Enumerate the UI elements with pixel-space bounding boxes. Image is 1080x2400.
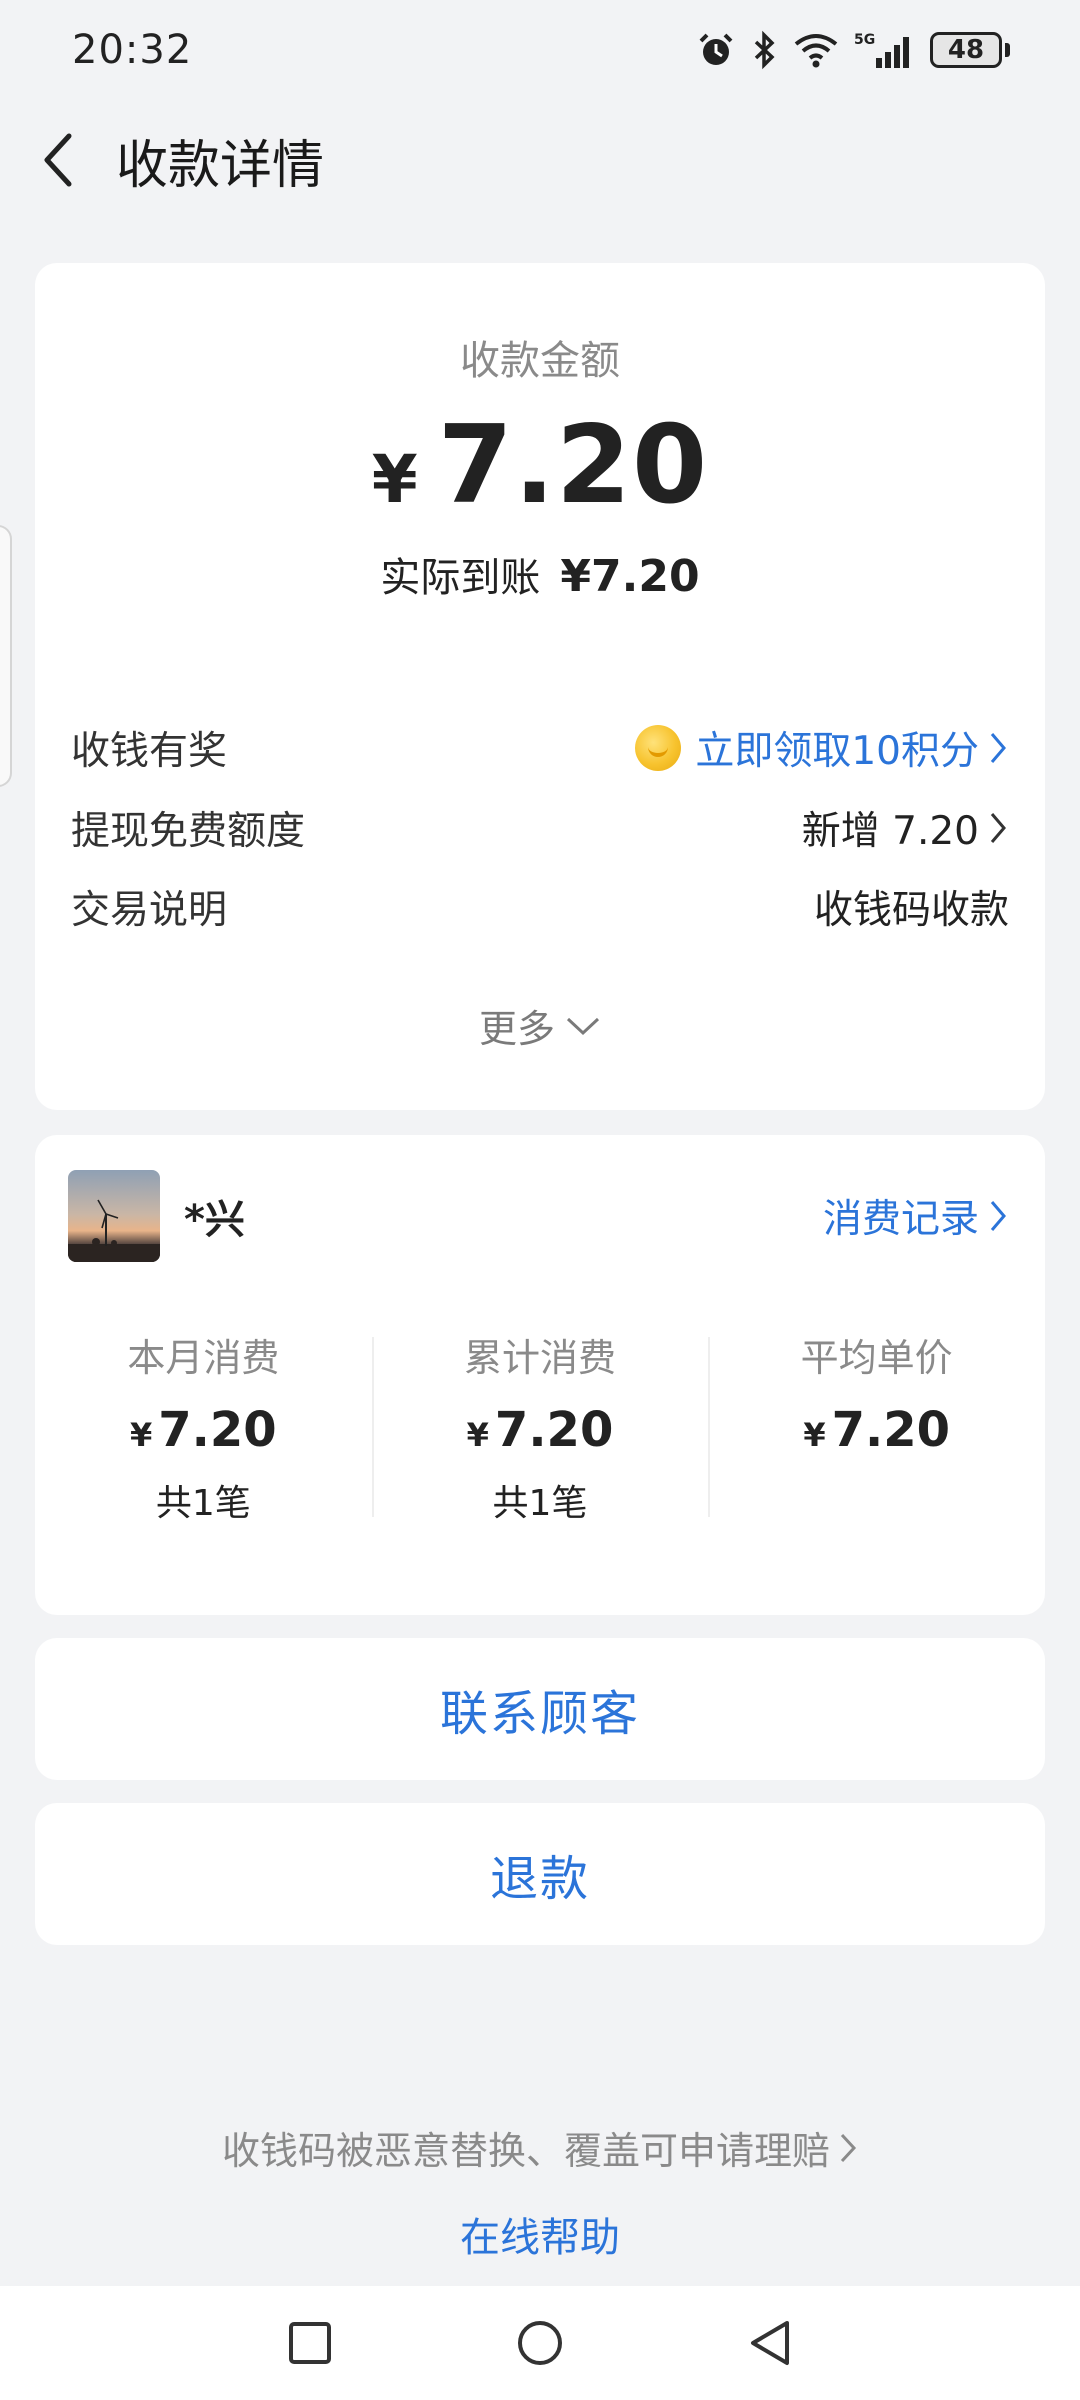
triangle-back-icon: [751, 2321, 789, 2365]
coin-icon: [635, 725, 682, 771]
bluetooth-icon: [754, 30, 775, 70]
actual-received: 实际到账 ¥7.20: [35, 545, 1045, 603]
stat-label: 累计消费: [464, 1336, 617, 1380]
refund-label: 退款: [489, 1851, 590, 1907]
side-panel-handle[interactable]: [0, 525, 12, 787]
stat-label: 本月消费: [127, 1336, 280, 1380]
page-title: 收款详情: [116, 135, 325, 196]
actual-received-label: 实际到账: [380, 555, 541, 601]
stat-label: 平均单价: [800, 1336, 953, 1380]
transaction-note-label: 交易说明: [71, 888, 228, 933]
system-back-button[interactable]: [655, 2319, 885, 2367]
stat-value: ¥ 7.20: [372, 1402, 709, 1458]
amount-value: 7.20: [437, 403, 709, 528]
amount-display: ¥ 7.20: [35, 403, 1045, 528]
stat-count: 共1笔: [155, 1483, 251, 1524]
chevron-down-icon: [566, 1017, 600, 1035]
stat-average: 平均单价 ¥ 7.20: [708, 1325, 1045, 1517]
signal-5g-icon: 5G: [854, 32, 909, 68]
stat-cumulative: 累计消费 ¥ 7.20 共1笔: [371, 1325, 709, 1524]
chevron-right-icon: [990, 733, 1006, 763]
reward-label: 收钱有奖: [71, 729, 228, 774]
circle-icon: [518, 2321, 562, 2365]
customer-header: *兴 消费记录: [68, 1170, 1009, 1262]
transaction-note-value: 收钱码收款: [813, 888, 1009, 933]
stat-monthly: 本月消费 ¥ 7.20 共1笔: [35, 1325, 372, 1524]
battery-indicator: 48: [930, 32, 1010, 68]
reward-link[interactable]: 立即领取10积分: [635, 720, 1009, 776]
stat-count: 共1笔: [492, 1483, 588, 1524]
square-icon: [289, 2322, 331, 2364]
reward-row[interactable]: 收钱有奖 立即领取10积分: [71, 718, 1009, 778]
battery-cap: [1005, 43, 1010, 57]
status-bar: 20:32 5G 48: [0, 0, 1080, 100]
chevron-right-icon: [840, 2133, 857, 2162]
free-quota-label: 提现免费额度: [71, 809, 306, 854]
stat-currency: ¥: [803, 1416, 826, 1454]
contact-customer-button[interactable]: 联系顾客: [35, 1638, 1045, 1780]
stat-amount: 7.20: [831, 1402, 951, 1458]
status-icons: 5G 48: [696, 30, 1010, 70]
wind-turbine-icon: [68, 1199, 160, 1262]
customer-name: *兴: [184, 1197, 245, 1243]
battery-level: 48: [930, 32, 1002, 68]
stat-currency: ¥: [466, 1416, 489, 1454]
system-nav-bar: [0, 2286, 1080, 2400]
status-time: 20:32: [72, 27, 193, 73]
claim-link[interactable]: 收钱码被恶意替换、覆盖可申请理赔: [0, 2120, 1080, 2175]
actual-received-value: ¥7.20: [560, 551, 700, 602]
refund-button[interactable]: 退款: [35, 1803, 1045, 1945]
home-button[interactable]: [425, 2319, 655, 2367]
chevron-right-icon: [990, 1201, 1006, 1231]
free-quota-value: 新增 7.20: [801, 809, 979, 854]
more-toggle[interactable]: 更多: [35, 998, 1045, 1053]
recent-apps-button[interactable]: [195, 2321, 425, 2365]
stat-value: ¥ 7.20: [708, 1402, 1045, 1458]
online-help-link[interactable]: 在线帮助: [0, 2205, 1080, 2263]
more-label: 更多: [478, 1007, 555, 1051]
customer-stats: 本月消费 ¥ 7.20 共1笔 累计消费 ¥ 7.20 共1笔 平均单价 ¥ 7…: [35, 1325, 1045, 1524]
contact-customer-label: 联系顾客: [439, 1686, 640, 1742]
stat-value: ¥ 7.20: [35, 1402, 372, 1458]
chevron-right-icon: [990, 813, 1006, 843]
app-bar: 收款详情: [0, 100, 1080, 220]
consumption-records-label: 消费记录: [822, 1197, 979, 1242]
back-button[interactable]: [2, 105, 112, 215]
claim-text: 收钱码被恶意替换、覆盖可申请理赔: [221, 2129, 830, 2173]
consumption-records-link[interactable]: 消费记录: [823, 1188, 1009, 1244]
customer-identity: *兴: [68, 1170, 245, 1262]
svg-text:5G: 5G: [854, 32, 875, 48]
amount-currency: ¥: [371, 441, 418, 518]
transaction-note-row: 交易说明 收钱码收款: [71, 877, 1009, 937]
avatar: [68, 1170, 160, 1262]
amount-label: 收款金额: [460, 338, 620, 384]
alarm-icon: [699, 33, 733, 65]
stat-amount: 7.20: [494, 1402, 614, 1458]
wifi-icon: [794, 34, 838, 68]
stat-currency: ¥: [129, 1416, 153, 1454]
payment-summary-card: 收款金额 ¥ 7.20 实际到账 ¥7.20 收钱有奖 立即领取10积分 提现免…: [35, 263, 1045, 1110]
reward-value: 立即领取10积分: [695, 729, 979, 774]
chevron-left-icon: [44, 133, 72, 187]
customer-card: *兴 消费记录 本月消费 ¥ 7.20 共1笔 累计消费 ¥ 7.20 共1笔: [35, 1135, 1045, 1615]
free-quota-row[interactable]: 提现免费额度 新增 7.20: [71, 798, 1009, 858]
free-quota-link[interactable]: 新增 7.20: [802, 800, 1009, 856]
stat-amount: 7.20: [158, 1402, 277, 1458]
